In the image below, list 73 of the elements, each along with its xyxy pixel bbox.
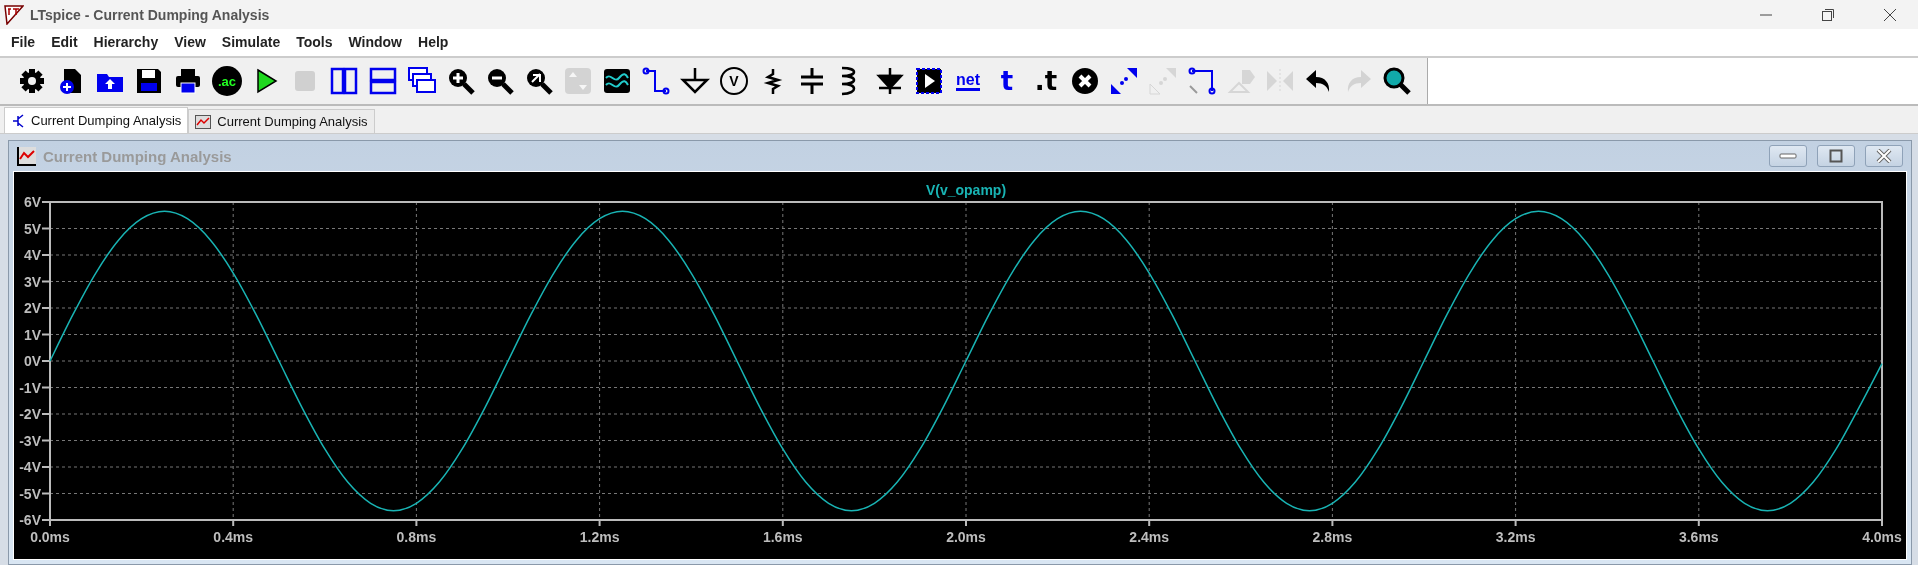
y-tick-label: 0V xyxy=(23,353,41,369)
x-tick-label: 0.0ms xyxy=(30,529,70,545)
toolbar-button[interactable]: net xyxy=(950,63,986,99)
tile-horizontal-icon xyxy=(368,66,398,96)
y-tick-label: 3V xyxy=(23,273,41,290)
y-tick-label: 6V xyxy=(23,194,41,210)
x-tick-label: 0.4ms xyxy=(213,529,254,545)
menu-item[interactable]: File xyxy=(3,34,44,51)
close-icon xyxy=(1883,7,1897,22)
y-tick-label: 1V xyxy=(23,326,41,343)
toolbar-button[interactable]: .t xyxy=(1028,63,1064,99)
x-tick-label: 1.6ms xyxy=(762,529,803,545)
maximize-icon xyxy=(1829,149,1843,163)
y-tick-label: -6V xyxy=(19,512,41,528)
drag-icon xyxy=(1187,66,1217,96)
x-tick-label: 3.2ms xyxy=(1495,529,1536,545)
diode-icon xyxy=(875,66,905,96)
gear-icon xyxy=(17,66,47,96)
y-tick-label: -2V xyxy=(19,406,41,422)
maximize-button[interactable] xyxy=(1817,145,1855,167)
wire-icon xyxy=(641,66,671,96)
schematic-icon xyxy=(11,113,25,128)
document-tab[interactable]: Current Dumping Analysis xyxy=(4,107,189,133)
component-icon xyxy=(914,66,944,96)
waveform-icon xyxy=(195,114,212,129)
app-logo-icon xyxy=(4,4,24,25)
document-tab[interactable]: Current Dumping Analysis xyxy=(188,109,375,133)
menu-item[interactable]: View xyxy=(166,34,214,51)
waveform-icon xyxy=(17,146,37,166)
printer-icon xyxy=(173,66,203,96)
menu-item[interactable]: Window xyxy=(340,34,410,51)
y-tick-label: 5V xyxy=(23,220,41,237)
ground-icon xyxy=(680,66,710,96)
y-tick-label: -4V xyxy=(19,459,41,475)
minimize-button[interactable] xyxy=(1769,145,1807,167)
minimize-icon xyxy=(1779,152,1797,160)
menu-item[interactable]: Tools xyxy=(288,34,341,51)
y-tick-label: -1V xyxy=(19,379,41,396)
restore-icon xyxy=(1821,7,1835,22)
pan-arrows-icon xyxy=(563,66,593,96)
x-tick-label: 3.6ms xyxy=(1678,529,1719,545)
plot-window-title: Current Dumping Analysis xyxy=(43,147,233,165)
menu-item[interactable]: Help xyxy=(410,34,457,51)
cascade-icon xyxy=(407,66,437,96)
move-icon xyxy=(1148,66,1178,96)
trace-label: V(v_opamp) xyxy=(925,182,1007,198)
save-icon xyxy=(134,66,164,96)
close-button[interactable] xyxy=(1865,145,1903,167)
x-tick-label: 2.0ms xyxy=(946,529,986,545)
menu-item[interactable]: Edit xyxy=(43,34,86,51)
x-tick-label: 0.8ms xyxy=(396,529,437,545)
zoom-out-icon xyxy=(485,66,515,96)
search-icon xyxy=(1382,66,1412,96)
y-tick-label: -3V xyxy=(19,432,41,449)
zoom-fit-icon xyxy=(524,66,554,96)
y-tick-label: -5V xyxy=(19,485,41,502)
menu-item[interactable]: Hierarchy xyxy=(85,34,167,51)
duplicate-icon xyxy=(1109,66,1139,96)
close-icon xyxy=(1876,149,1892,163)
x-tick-label: 2.4ms xyxy=(1129,529,1170,545)
waveform-icon xyxy=(602,66,632,96)
x-tick-label: 4.0ms xyxy=(1862,529,1902,545)
tile-vertical-icon xyxy=(329,66,359,96)
x-tick-label: 2.8ms xyxy=(1312,529,1353,545)
x-tick-label: 1.2ms xyxy=(579,529,620,545)
menu-item[interactable]: Simulate xyxy=(213,34,289,51)
window-title: LTspice - Current Dumping Analysis xyxy=(30,6,271,23)
zoom-in-icon xyxy=(446,66,476,96)
delete-icon xyxy=(1070,66,1100,96)
y-tick-label: 4V xyxy=(23,247,41,263)
y-tick-label: 2V xyxy=(23,300,41,316)
toolbar-button[interactable]: t xyxy=(989,63,1025,99)
minimize-icon xyxy=(1759,13,1773,16)
